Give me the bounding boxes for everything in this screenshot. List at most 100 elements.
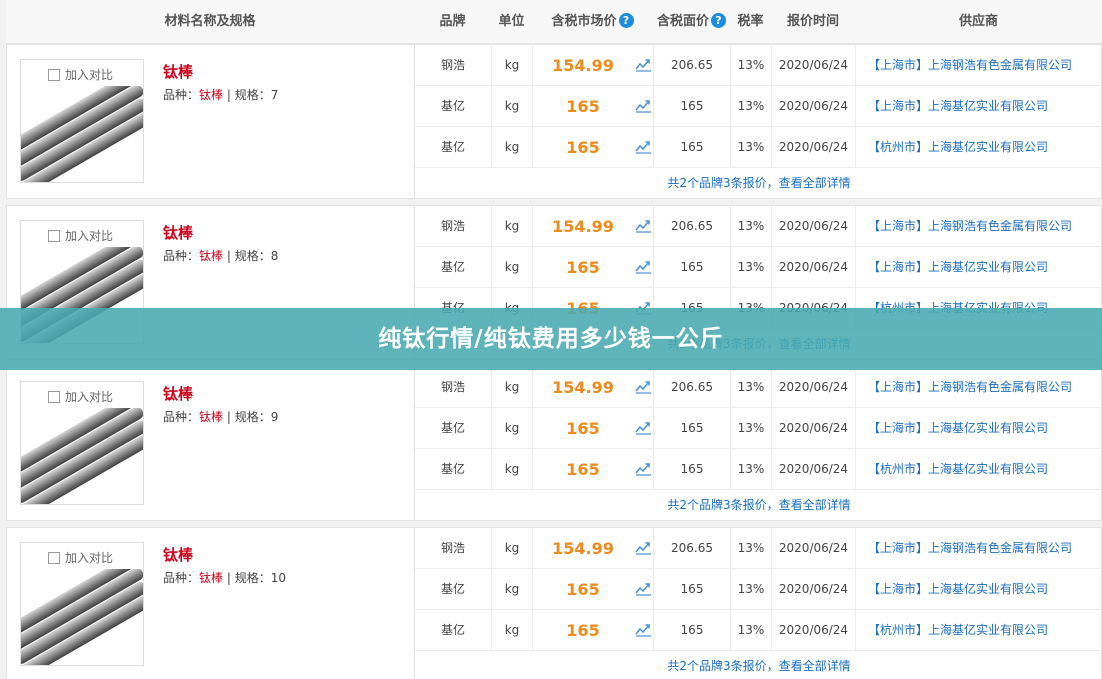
trend-cell[interactable] [633,45,654,86]
view-all-offers-link[interactable]: 共2个品牌3条报价，查看全部详情 [415,168,1102,198]
trend-cell[interactable] [633,206,654,247]
help-icon[interactable]: ? [711,13,726,28]
brand-cell: 基亿 [415,569,492,610]
compare-label: 加入对比 [65,390,114,404]
spec-variety[interactable]: 钛棒 [199,88,223,102]
price-cell: 165 [566,258,600,277]
spec-variety[interactable]: 钛棒 [199,249,223,263]
offer-row: 钢浩 kg 154.99 206.65 13% 2020/06/24 【上海市】上海钢浩有色… [415,45,1102,86]
supplier-link[interactable]: 【杭州市】上海基亿实业有限公司 [856,127,1102,168]
banner-title: 纯钛行情/纯钛费用多少钱一公斤 [378,326,724,352]
compare-checkbox[interactable]: 加入对比 [48,388,113,405]
product-name[interactable]: 钛棒 [163,61,193,82]
unit-cell: kg [492,127,533,168]
compare-checkbox[interactable]: 加入对比 [48,66,113,83]
checkbox-icon[interactable] [48,69,60,81]
trend-chart-icon[interactable] [634,139,652,154]
trend-chart-icon[interactable] [634,540,652,555]
product-thumbnail[interactable]: 加入对比 [20,542,144,666]
product-spec: 品种：钛棒 | 规格：10 [163,569,286,586]
trend-cell[interactable] [633,610,654,651]
trend-chart-icon[interactable] [634,461,652,476]
trend-chart-icon[interactable] [634,581,652,596]
price-cell: 165 [566,580,600,599]
unit-cell: kg [492,408,533,449]
product-spec: 品种：钛棒 | 规格：7 [163,86,278,103]
product-block: 加入对比 钛棒 品种：钛棒 | 规格：10 钢浩 kg 154.99 206.65 13% 20… [6,527,1102,679]
trend-chart-icon[interactable] [634,379,652,394]
checkbox-icon[interactable] [48,552,60,564]
brand-cell: 基亿 [415,127,492,168]
unit-cell: kg [492,86,533,127]
offer-row: 基亿 kg 165 165 13% 2020/06/24 【上海市】上海基亿实业有限公司 [415,408,1102,449]
supplier-link[interactable]: 【上海市】上海钢浩有色金属有限公司 [856,367,1102,408]
product-thumbnail[interactable]: 加入对比 [20,59,144,183]
supplier-link[interactable]: 【杭州市】上海基亿实业有限公司 [856,449,1102,490]
product-name[interactable]: 钛棒 [163,383,193,404]
price-cell: 154.99 [552,217,614,236]
date-cell: 2020/06/24 [772,247,856,288]
checkbox-icon[interactable] [48,391,60,403]
spec-size-label: | 规格： [223,410,271,424]
trend-cell[interactable] [633,408,654,449]
compare-label: 加入对比 [65,229,114,243]
offer-row: 基亿kg16516513%2020/06/24【杭州市】上海基亿实业有限公司 [415,610,1102,651]
supplier-link[interactable]: 【上海市】上海基亿实业有限公司 [856,569,1102,610]
compare-label: 加入对比 [65,551,114,565]
titanium-rod-image [21,569,143,665]
trend-cell[interactable] [633,86,654,127]
date-cell: 2020/06/24 [772,408,856,449]
help-icon[interactable]: ? [618,13,634,28]
supplier-link[interactable]: 【杭州市】上海基亿实业有限公司 [856,610,1102,651]
trend-chart-icon[interactable] [634,622,652,637]
supplier-link[interactable]: 【上海市】上海基亿实业有限公司 [856,408,1102,449]
supplier-link[interactable]: 【上海市】上海钢浩有色金属有限公司 [856,45,1102,86]
compare-checkbox[interactable]: 加入对比 [48,549,113,566]
titanium-rod-image [21,408,143,504]
product-block: 加入对比 钛棒 品种：钛棒 | 规格：9 钢浩 kg 154.99 206.65 13% 202… [6,366,1102,521]
trend-chart-icon[interactable] [634,98,652,113]
supplier-link[interactable]: 【上海市】上海基亿实业有限公司 [856,247,1102,288]
tax-cell: 13% [731,45,772,86]
trend-cell[interactable] [633,569,654,610]
supplier-link[interactable]: 【上海市】上海钢浩有色金属有限公司 [856,206,1102,247]
face-price-cell: 165 [654,86,731,127]
price-cell: 154.99 [552,378,614,397]
trend-cell[interactable] [633,247,654,288]
product-name[interactable]: 钛棒 [163,544,193,565]
product-block: 加入对比 钛棒 品种：钛棒 | 规格：7 钢浩 kg 154.99 206.65 13% 202… [6,44,1102,199]
unit-cell: kg [492,610,533,651]
tax-cell: 13% [731,408,772,449]
trend-cell[interactable] [633,449,654,490]
spec-size-label: | 规格： [223,571,271,585]
price-cell: 165 [566,419,600,438]
spec-size: 10 [270,571,286,585]
view-all-offers-link[interactable]: 共2个品牌3条报价，查看全部详情 [415,490,1102,520]
header-unit: 单位 [498,14,525,29]
price-cell: 154.99 [552,56,614,75]
spec-size: 8 [270,249,279,263]
date-cell: 2020/06/24 [772,610,856,651]
tax-cell: 13% [731,206,772,247]
brand-cell: 基亿 [415,247,492,288]
checkbox-icon[interactable] [48,230,60,242]
spec-variety[interactable]: 钛棒 [199,571,223,585]
date-cell: 2020/06/24 [772,528,856,569]
product-name[interactable]: 钛棒 [163,222,193,243]
trend-chart-icon[interactable] [634,218,652,233]
brand-cell: 基亿 [415,86,492,127]
compare-checkbox[interactable]: 加入对比 [48,227,113,244]
view-all-offers-link[interactable]: 共2个品牌3条报价，查看全部详情 [415,651,1102,679]
trend-cell[interactable] [633,528,654,569]
supplier-link[interactable]: 【上海市】上海钢浩有色金属有限公司 [856,528,1102,569]
trend-cell[interactable] [633,127,654,168]
offer-row: 基亿kg16516513%2020/06/24【杭州市】上海基亿实业有限公司 [415,449,1102,490]
trend-chart-icon[interactable] [634,57,652,72]
trend-chart-icon[interactable] [634,259,652,274]
product-thumbnail[interactable]: 加入对比 [20,381,144,505]
trend-chart-icon[interactable] [634,420,652,435]
supplier-link[interactable]: 【上海市】上海基亿实业有限公司 [856,86,1102,127]
spec-variety[interactable]: 钛棒 [199,410,223,424]
trend-cell[interactable] [633,367,654,408]
brand-cell: 钢浩 [415,45,492,86]
